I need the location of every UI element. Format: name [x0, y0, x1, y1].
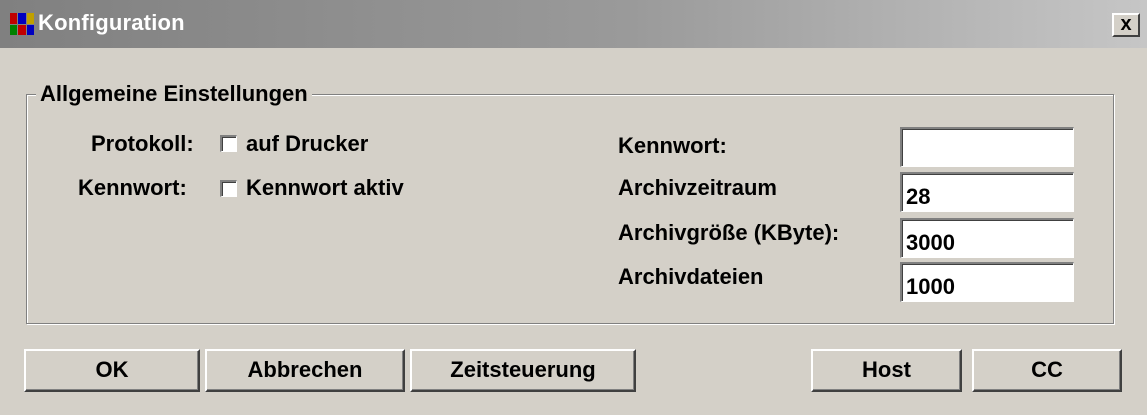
- kennwort-aktiv-checkbox-label[interactable]: Kennwort aktiv: [246, 175, 404, 201]
- kennwort-aktiv-checkbox[interactable]: [220, 180, 237, 197]
- close-icon: x: [1120, 13, 1132, 35]
- archivzeitraum-label: Archivzeitraum: [618, 175, 777, 200]
- archivdateien-label: Archivdateien: [618, 264, 764, 289]
- kennwort-right-label: Kennwort:: [618, 133, 727, 158]
- close-button[interactable]: x: [1112, 13, 1140, 37]
- archivzeitraum-input[interactable]: [900, 172, 1074, 212]
- kennwort-left-label: Kennwort:: [78, 175, 187, 200]
- archivgroesse-input[interactable]: [900, 218, 1074, 258]
- window-title: Konfiguration: [38, 10, 185, 35]
- title-bar[interactable]: Konfiguration x: [0, 0, 1147, 48]
- host-button[interactable]: Host: [811, 349, 962, 392]
- kennwort-input[interactable]: [900, 127, 1074, 167]
- auf-drucker-checkbox[interactable]: [220, 135, 237, 152]
- group-legend: Allgemeine Einstellungen: [36, 81, 312, 107]
- cc-button[interactable]: CC: [972, 349, 1122, 392]
- archivgroesse-label: Archivgröße (KByte):: [618, 220, 840, 245]
- zeitsteuerung-button[interactable]: Zeitsteuerung: [410, 349, 636, 392]
- abbrechen-button[interactable]: Abbrechen: [205, 349, 405, 392]
- archivdateien-input[interactable]: [900, 262, 1074, 302]
- auf-drucker-checkbox-label[interactable]: auf Drucker: [246, 131, 368, 157]
- app-icon: [10, 13, 34, 35]
- ok-button[interactable]: OK: [24, 349, 200, 392]
- protokoll-label: Protokoll:: [91, 131, 194, 156]
